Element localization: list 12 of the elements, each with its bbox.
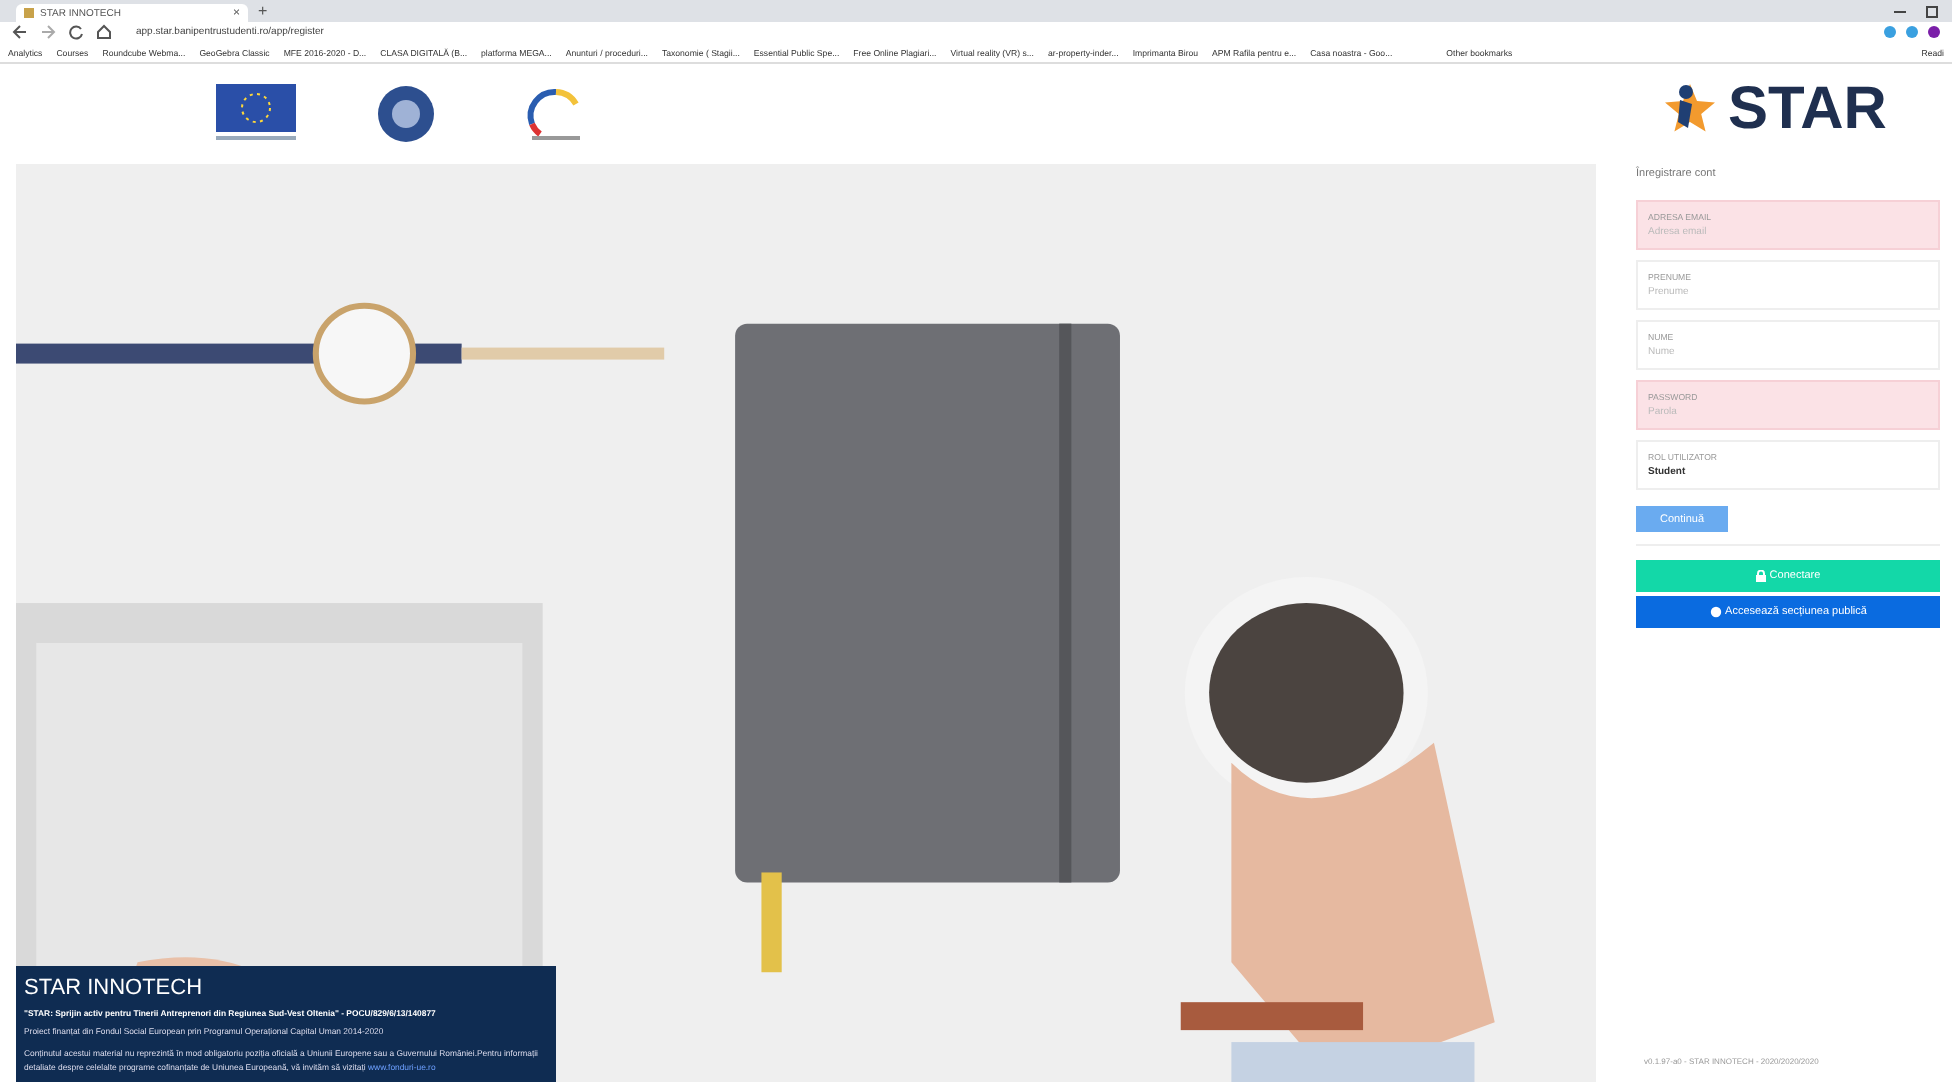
back-icon[interactable]: [12, 24, 28, 40]
profile-avatar[interactable]: [1928, 26, 1940, 38]
home-icon[interactable]: [96, 24, 112, 40]
restore-icon[interactable]: [1924, 3, 1940, 19]
tab-favicon-icon: [24, 8, 34, 18]
logo-text: STAR: [1728, 76, 1887, 144]
lock-icon: [1755, 570, 1766, 582]
new-tab-button[interactable]: +: [258, 2, 268, 20]
flag-logo: [216, 84, 296, 144]
info-title: STAR INNOTECH: [24, 976, 205, 1001]
emblem-logo: [376, 84, 436, 144]
reload-icon[interactable]: [68, 24, 84, 40]
